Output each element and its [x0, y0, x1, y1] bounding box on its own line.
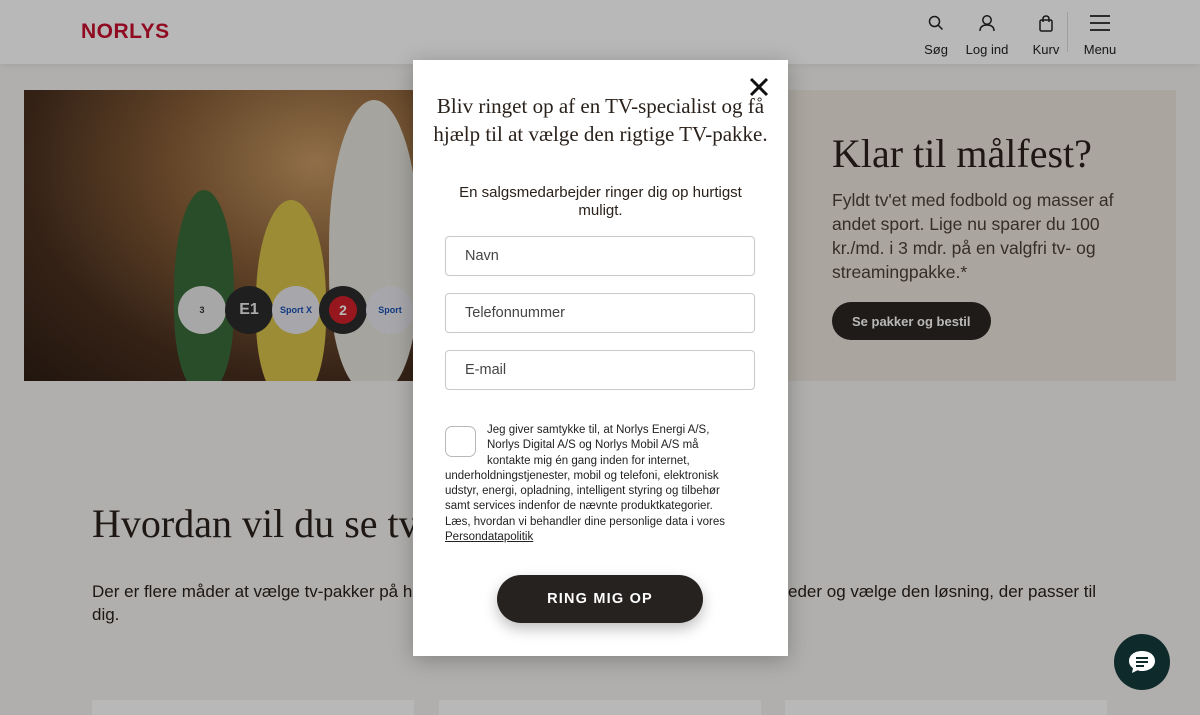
consent-text: Jeg giver samtykke til, at Norlys Energi… [445, 423, 757, 545]
consent-line: samt services indenfor de nævnte produkt… [445, 500, 713, 513]
modal-subtitle: En salgsmedarbejder ringer dig op hurtig… [459, 184, 742, 219]
consent-line: kontakte mig én gang inden for internet, [487, 454, 690, 467]
email-input[interactable] [445, 350, 755, 390]
consent-line: Jeg giver samtykke til, at Norlys Energi… [487, 424, 710, 436]
call-me-button[interactable]: RING MIG OP [497, 575, 703, 623]
chat-bubble-icon [1129, 651, 1155, 673]
consent-line: underholdningstjenester, mobil og telefo… [445, 469, 719, 482]
phone-input[interactable] [445, 293, 755, 333]
privacy-policy-link[interactable]: Persondatapolitik [445, 531, 533, 543]
consent-checkbox[interactable] [445, 426, 476, 457]
callback-modal: Bliv ringet op af en TV-specialist og få… [413, 60, 788, 656]
name-input[interactable] [445, 236, 755, 276]
consent-line: udstyr, energi, opladning, intelligent s… [445, 485, 720, 498]
modal-title: Bliv ringet op af en TV-specialist og få… [433, 94, 768, 146]
consent-line: Norlys Digital A/S og Norlys Mobil A/S m… [487, 439, 699, 452]
consent-line: Læs, hvordan vi behandler dine personlig… [445, 515, 726, 528]
chat-button[interactable] [1114, 634, 1170, 690]
